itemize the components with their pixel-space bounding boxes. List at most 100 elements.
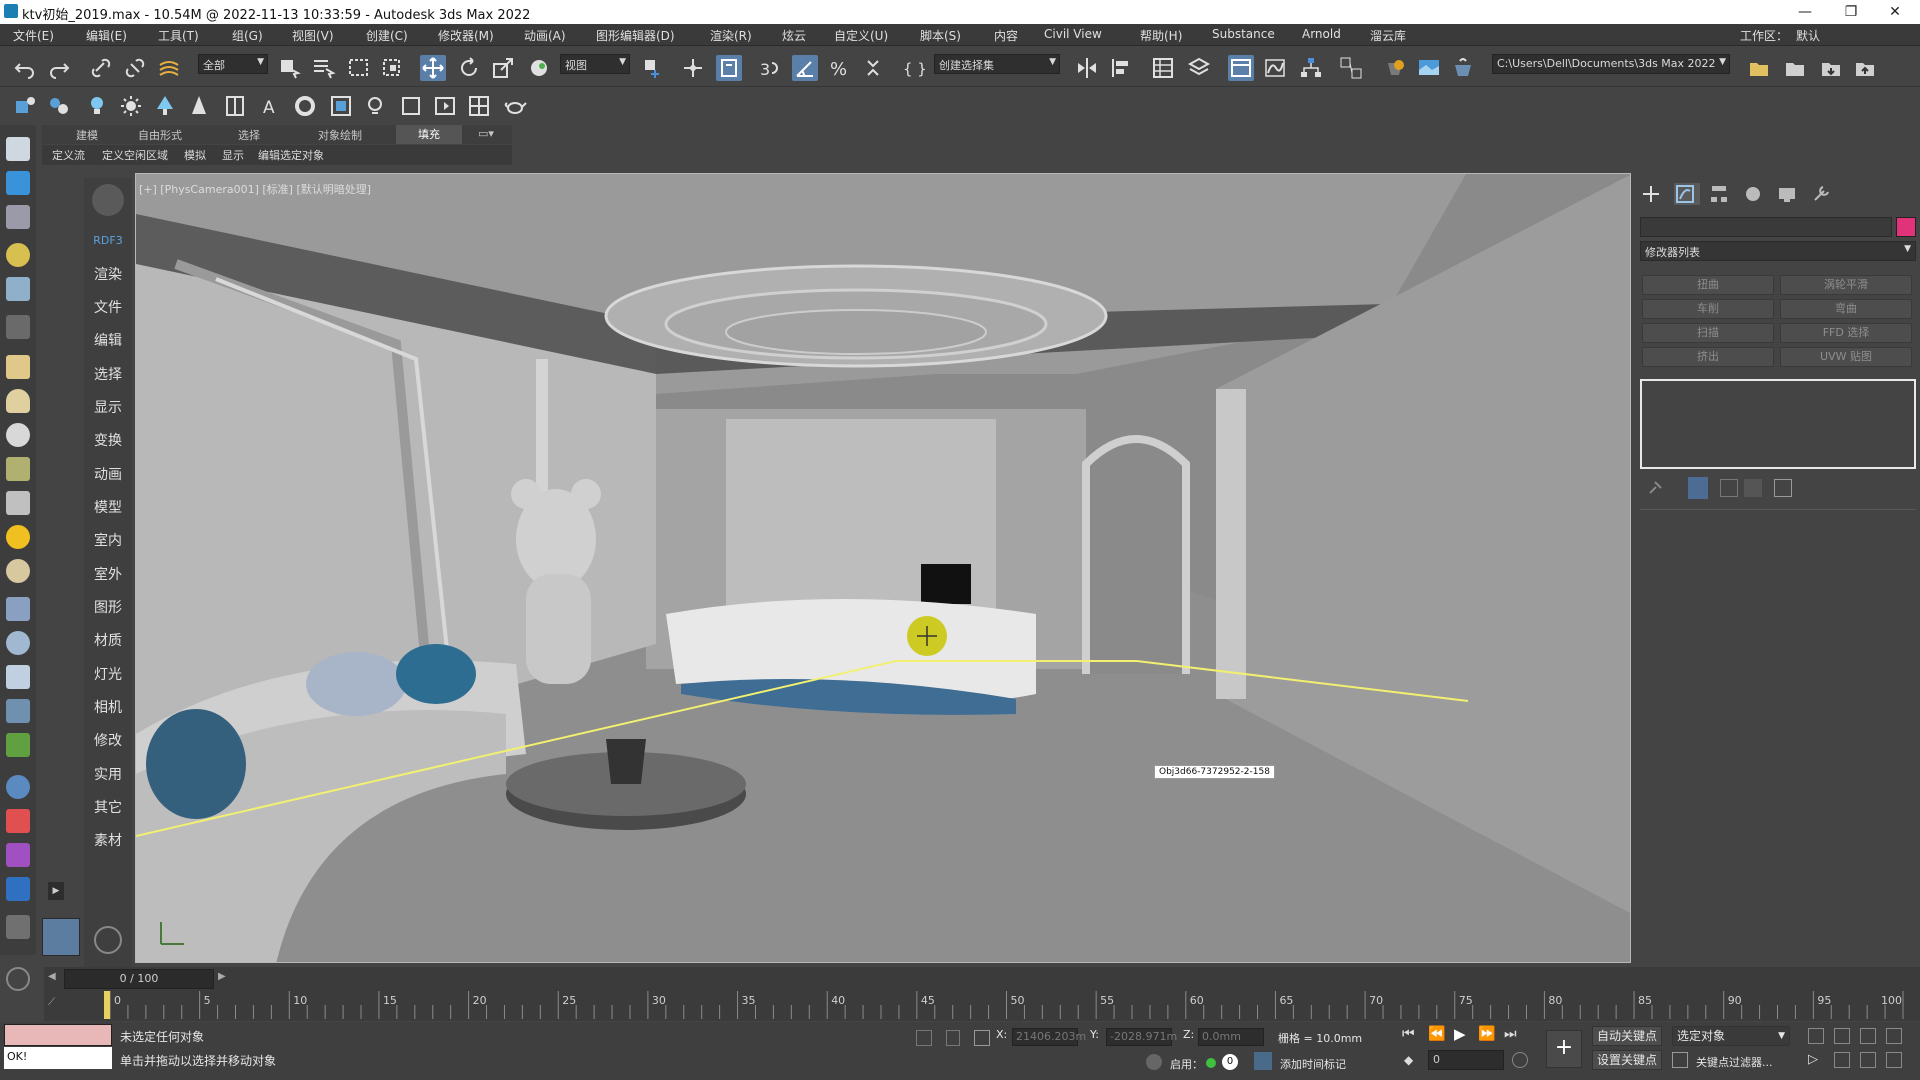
menu-graph-editors[interactable]: 图形编辑器(D) bbox=[596, 27, 675, 44]
teapot-icon[interactable] bbox=[502, 93, 528, 119]
bend-modifier-button[interactable]: 弯曲 bbox=[1780, 299, 1912, 319]
light-bulb-icon[interactable] bbox=[84, 93, 110, 119]
named-selection-dropdown[interactable]: 创建选择集 ▼ bbox=[934, 54, 1060, 74]
dock-item-select[interactable]: 选择 bbox=[84, 364, 132, 384]
schematic-view-icon[interactable] bbox=[1298, 55, 1324, 81]
bulb-light-icon[interactable] bbox=[362, 93, 388, 119]
pivot-center-icon[interactable] bbox=[640, 55, 666, 81]
menu-help[interactable]: 帮助(H) bbox=[1140, 27, 1182, 44]
pin-stack-icon[interactable] bbox=[1646, 479, 1664, 497]
menu-substance[interactable]: Substance bbox=[1212, 27, 1275, 41]
cone-icon[interactable] bbox=[6, 491, 30, 515]
select-and-place-icon[interactable] bbox=[526, 55, 552, 81]
time-config-icon[interactable] bbox=[1512, 1052, 1528, 1068]
sun-light-icon[interactable] bbox=[118, 93, 144, 119]
group-object-icon[interactable] bbox=[46, 93, 72, 119]
adaptive-degradation-icon[interactable] bbox=[1146, 1054, 1162, 1070]
y-coordinate-field[interactable]: -2028.971m bbox=[1106, 1028, 1177, 1046]
render-production-icon[interactable] bbox=[1450, 55, 1476, 81]
modifier-stack-list[interactable] bbox=[1640, 379, 1916, 469]
teapot-primitive-icon[interactable] bbox=[6, 457, 30, 481]
toggle-ribbon-icon[interactable] bbox=[1228, 55, 1254, 81]
cloth-icon[interactable] bbox=[6, 631, 30, 655]
menu-views[interactable]: 视图(V) bbox=[292, 27, 334, 44]
reference-coord-dropdown[interactable]: 视图 ▼ bbox=[560, 54, 630, 74]
dock-item-exterior[interactable]: 室外 bbox=[84, 564, 132, 584]
settings-gear-icon[interactable] bbox=[94, 926, 122, 954]
selection-filter-dropdown[interactable]: 全部 ▼ bbox=[198, 54, 268, 74]
motion-tab-icon[interactable] bbox=[1742, 183, 1768, 205]
modify-tab-icon[interactable] bbox=[1674, 183, 1700, 205]
sphere-icon[interactable] bbox=[6, 423, 30, 447]
viewport-layout-button[interactable] bbox=[42, 918, 80, 956]
time-tag-icon[interactable] bbox=[1254, 1052, 1272, 1070]
render-frame-icon[interactable] bbox=[432, 93, 458, 119]
box-icon[interactable] bbox=[6, 355, 30, 379]
menu-civil-view[interactable]: Civil View bbox=[1044, 27, 1102, 41]
create-tab-icon[interactable] bbox=[1640, 183, 1666, 205]
book-icon[interactable] bbox=[222, 93, 248, 119]
dock-item-materials[interactable]: 材质 bbox=[84, 630, 132, 650]
angle-snap-icon[interactable] bbox=[792, 55, 818, 81]
dock-item-camera[interactable]: 相机 bbox=[84, 697, 132, 717]
goto-start-icon[interactable]: ⏮ bbox=[1402, 1026, 1415, 1042]
menu-arnold[interactable]: Arnold bbox=[1302, 27, 1341, 41]
dock-item-display[interactable]: 显示 bbox=[84, 397, 132, 417]
absolute-mode-icon[interactable] bbox=[974, 1030, 990, 1046]
maximize-viewport-icon[interactable] bbox=[1886, 1052, 1902, 1068]
link-icon[interactable] bbox=[88, 55, 114, 81]
minimize-button[interactable]: — bbox=[1782, 0, 1828, 24]
display-button[interactable]: 显示 bbox=[222, 147, 244, 163]
hair-icon[interactable] bbox=[6, 597, 30, 621]
lathe-modifier-button[interactable]: 车削 bbox=[1642, 299, 1774, 319]
goto-end-icon[interactable]: ⏭ bbox=[1504, 1026, 1517, 1042]
animated-object-icon[interactable] bbox=[12, 93, 38, 119]
edit-selected-button[interactable]: 编辑选定对象 bbox=[258, 147, 324, 163]
menu-file[interactable]: 文件(E) bbox=[13, 27, 54, 44]
lock-selection-icon[interactable] bbox=[946, 1030, 960, 1046]
uvw-map-modifier-button[interactable]: UVW 贴图 bbox=[1780, 347, 1912, 367]
gear-icon[interactable] bbox=[6, 699, 30, 723]
bind-spacewarp-icon[interactable] bbox=[156, 55, 182, 81]
vray-icon[interactable] bbox=[6, 877, 30, 901]
select-and-move-icon[interactable] bbox=[420, 55, 446, 81]
turbosmooth-modifier-button[interactable]: 涡轮平滑 bbox=[1780, 275, 1912, 295]
dock-item-animation[interactable]: 动画 bbox=[84, 464, 132, 484]
percent-snap-icon[interactable]: % bbox=[826, 55, 852, 81]
rect-selection-region-icon[interactable] bbox=[346, 55, 372, 81]
show-end-result-icon[interactable] bbox=[1688, 477, 1708, 499]
close-button[interactable]: ✕ bbox=[1872, 0, 1918, 24]
set-key-plus-icon[interactable]: + bbox=[1546, 1030, 1582, 1068]
light-icon[interactable] bbox=[6, 243, 30, 267]
menu-scripting[interactable]: 脚本(S) bbox=[920, 27, 961, 44]
perspective-viewport[interactable] bbox=[135, 173, 1631, 963]
camera-icon[interactable] bbox=[6, 315, 30, 339]
key-filters-button[interactable]: 关键点过滤器... bbox=[1696, 1054, 1773, 1070]
menu-customize[interactable]: 自定义(U) bbox=[834, 27, 888, 44]
viewport-frame-icon[interactable] bbox=[328, 93, 354, 119]
time-slider[interactable]: 0 / 100 bbox=[64, 969, 214, 989]
define-flows-button[interactable]: 定义流 bbox=[52, 147, 85, 163]
select-by-name-icon[interactable] bbox=[310, 55, 336, 81]
dock-item-other[interactable]: 其它 bbox=[84, 797, 132, 817]
menu-animation[interactable]: 动画(A) bbox=[524, 27, 566, 44]
pan-view-icon[interactable] bbox=[1834, 1052, 1850, 1068]
open-folder-icon[interactable] bbox=[1782, 55, 1808, 81]
select-and-rotate-icon[interactable] bbox=[456, 55, 482, 81]
undo-icon[interactable] bbox=[12, 55, 38, 81]
palette-icon[interactable] bbox=[6, 809, 30, 833]
timeline-ruler[interactable]: 0 5 10 15 20 25 30 35 40 45 50 55 60 65 70 75 80 85 90 95 10… bbox=[104, 991, 1909, 1019]
menu-tools[interactable]: 工具(T) bbox=[158, 27, 199, 44]
keyboard-shortcut-override-icon[interactable] bbox=[716, 55, 742, 81]
menu-xuanyun[interactable]: 炫云 bbox=[782, 27, 806, 44]
next-key-icon[interactable]: ⏩ bbox=[1478, 1026, 1495, 1042]
enable-value[interactable]: 0 bbox=[1222, 1054, 1238, 1070]
dock-item-interior[interactable]: 室内 bbox=[84, 530, 132, 550]
text-shape-icon[interactable]: A bbox=[258, 93, 284, 119]
make-unique-icon[interactable] bbox=[1720, 479, 1738, 497]
isolate-selection-icon[interactable] bbox=[916, 1030, 932, 1046]
key-mode-toggle-icon[interactable]: ◆ bbox=[1404, 1053, 1413, 1067]
redo-icon[interactable] bbox=[46, 55, 72, 81]
simulate-button[interactable]: 模拟 bbox=[184, 147, 206, 163]
menu-edit[interactable]: 编辑(E) bbox=[86, 27, 127, 44]
